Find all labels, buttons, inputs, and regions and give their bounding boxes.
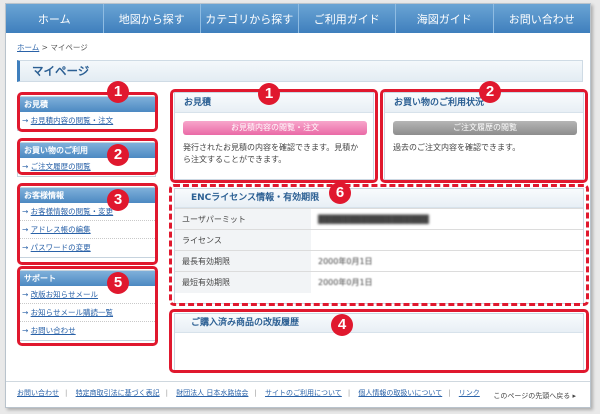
sidebar-link-quote-view[interactable]: → お見積内容の閲覧・注文 xyxy=(18,112,155,130)
sidebar-header-quote: お見積 xyxy=(18,97,155,112)
sidebar-link-address-book[interactable]: → アドレス帳の編集 xyxy=(18,221,155,239)
nav-user-guide[interactable]: ご利用ガイド xyxy=(299,4,396,33)
marker-badge: 6 xyxy=(329,182,351,204)
nav-map-search[interactable]: 地図から探す xyxy=(104,4,201,33)
quote-panel-description: 発行されたお見積の内容を確認できます。見積から注文することができます。 xyxy=(183,143,359,164)
shortest-expiry-value: 2000年0月1日 xyxy=(311,271,583,293)
page-title: マイページ xyxy=(17,60,583,82)
breadcrumb: ホーム > マイページ xyxy=(17,42,88,53)
nav-chart-guide[interactable]: 海図ガイド xyxy=(396,4,494,33)
breadcrumb-separator: > xyxy=(39,43,51,52)
footer: お問い合わせ | 特定商取引法に基づく表記 | 財団法人 日本水路協会 | サイトのご… xyxy=(6,381,590,407)
sidebar-header-shopping: お買い物のご利用 xyxy=(18,143,155,158)
sidebar-header-customer: お客様情報 xyxy=(18,188,155,203)
enc-license-table: ユーザパーミット ██████████████████ ライセンス 最長有効期限 2… xyxy=(175,208,583,293)
footer-link-links[interactable]: リンク xyxy=(459,389,480,397)
shopping-panel-description: 過去のご注文内容を確認できます。 xyxy=(393,143,521,152)
table-row: 最長有効期限 2000年0月1日 xyxy=(175,250,583,272)
shopping-panel: お買い物のご利用状況 ご注文履歴の閲覧 過去のご注文内容を確認できます。 xyxy=(384,92,584,180)
sidebar-link-mail-subscriptions[interactable]: → お知らせメール購読一覧 xyxy=(18,304,155,322)
enc-license-panel: ENCライセンス情報・有効期限 ユーザパーミット ████████████████… xyxy=(174,188,584,304)
sidebar-box-shopping: お買い物のご利用 → ご注文履歴の閲覧 xyxy=(17,142,156,177)
revision-history-title: ご購入済み商品の改版履歴 xyxy=(175,314,583,333)
sidebar-box-quote: お見積 → お見積内容の閲覧・注文 xyxy=(17,96,156,131)
sidebar-link-customer-info[interactable]: → お客様情報の閲覧・変更 xyxy=(18,203,155,221)
footer-link-site-usage[interactable]: サイトのご利用について xyxy=(265,389,342,397)
global-nav: ホーム 地図から探す カテゴリから探す ご利用ガイド 海図ガイド お問い合わせ xyxy=(6,4,590,33)
marker-badge: 5 xyxy=(107,272,129,294)
marker-badge: 2 xyxy=(479,81,501,103)
license-value xyxy=(311,229,583,251)
sidebar-link-revision-mail[interactable]: → 改版お知らせメール xyxy=(18,286,155,304)
footer-link-association[interactable]: 財団法人 日本水路協会 xyxy=(176,389,248,397)
table-row: ライセンス xyxy=(175,229,583,251)
longest-expiry-label: 最長有効期限 xyxy=(175,250,311,272)
sidebar-header-support: サポート xyxy=(18,271,155,286)
user-permit-label: ユーザパーミット xyxy=(175,208,311,230)
nav-home[interactable]: ホーム xyxy=(6,4,104,33)
marker-badge: 4 xyxy=(331,314,353,336)
sidebar-box-customer: お客様情報 → お客様情報の閲覧・変更 → アドレス帳の編集 → パスワードの変… xyxy=(17,187,156,258)
footer-link-commerce-law[interactable]: 特定商取引法に基づく表記 xyxy=(76,389,160,397)
footer-link-contact[interactable]: お問い合わせ xyxy=(17,389,59,397)
nav-contact[interactable]: お問い合わせ xyxy=(494,4,591,33)
enc-license-title: ENCライセンス情報・有効期限 xyxy=(175,189,583,208)
revision-history-panel: ご購入済み商品の改版履歴 xyxy=(174,313,584,371)
license-label: ライセンス xyxy=(175,229,311,251)
breadcrumb-home-link[interactable]: ホーム xyxy=(17,43,39,52)
quote-view-button[interactable]: お見積内容の閲覧・注文 xyxy=(183,121,367,135)
marker-badge: 2 xyxy=(107,144,129,166)
sidebar-box-support: サポート → 改版お知らせメール → お知らせメール購読一覧 → お問い合わせ xyxy=(17,270,156,341)
back-to-top-link[interactable]: このページの先頭へ戻る ▸ xyxy=(493,391,576,401)
table-row: ユーザパーミット ██████████████████ xyxy=(175,208,583,230)
breadcrumb-current: マイページ xyxy=(50,43,88,52)
marker-badge: 3 xyxy=(107,189,129,211)
marker-badge: 1 xyxy=(258,83,280,105)
nav-category-search[interactable]: カテゴリから探す xyxy=(201,4,299,33)
marker-badge: 1 xyxy=(107,81,129,103)
sidebar-link-contact[interactable]: → お問い合わせ xyxy=(18,322,155,340)
sidebar-link-order-history[interactable]: → ご注文履歴の閲覧 xyxy=(18,158,155,176)
quote-panel: お見積 お見積内容の閲覧・注文 発行されたお見積の内容を確認できます。見積から注… xyxy=(174,92,374,180)
sidebar-link-password[interactable]: → パスワードの変更 xyxy=(18,239,155,257)
page-frame: ホーム 地図から探す カテゴリから探す ご利用ガイド 海図ガイド お問い合わせ … xyxy=(5,3,591,408)
shortest-expiry-label: 最短有効期限 xyxy=(175,271,311,293)
table-row: 最短有効期限 2000年0月1日 xyxy=(175,271,583,293)
footer-link-privacy[interactable]: 個人情報の取扱いについて xyxy=(358,389,442,397)
order-history-button[interactable]: ご注文履歴の閲覧 xyxy=(393,121,577,135)
user-permit-value: ██████████████████ xyxy=(311,208,583,230)
longest-expiry-value: 2000年0月1日 xyxy=(311,250,583,272)
